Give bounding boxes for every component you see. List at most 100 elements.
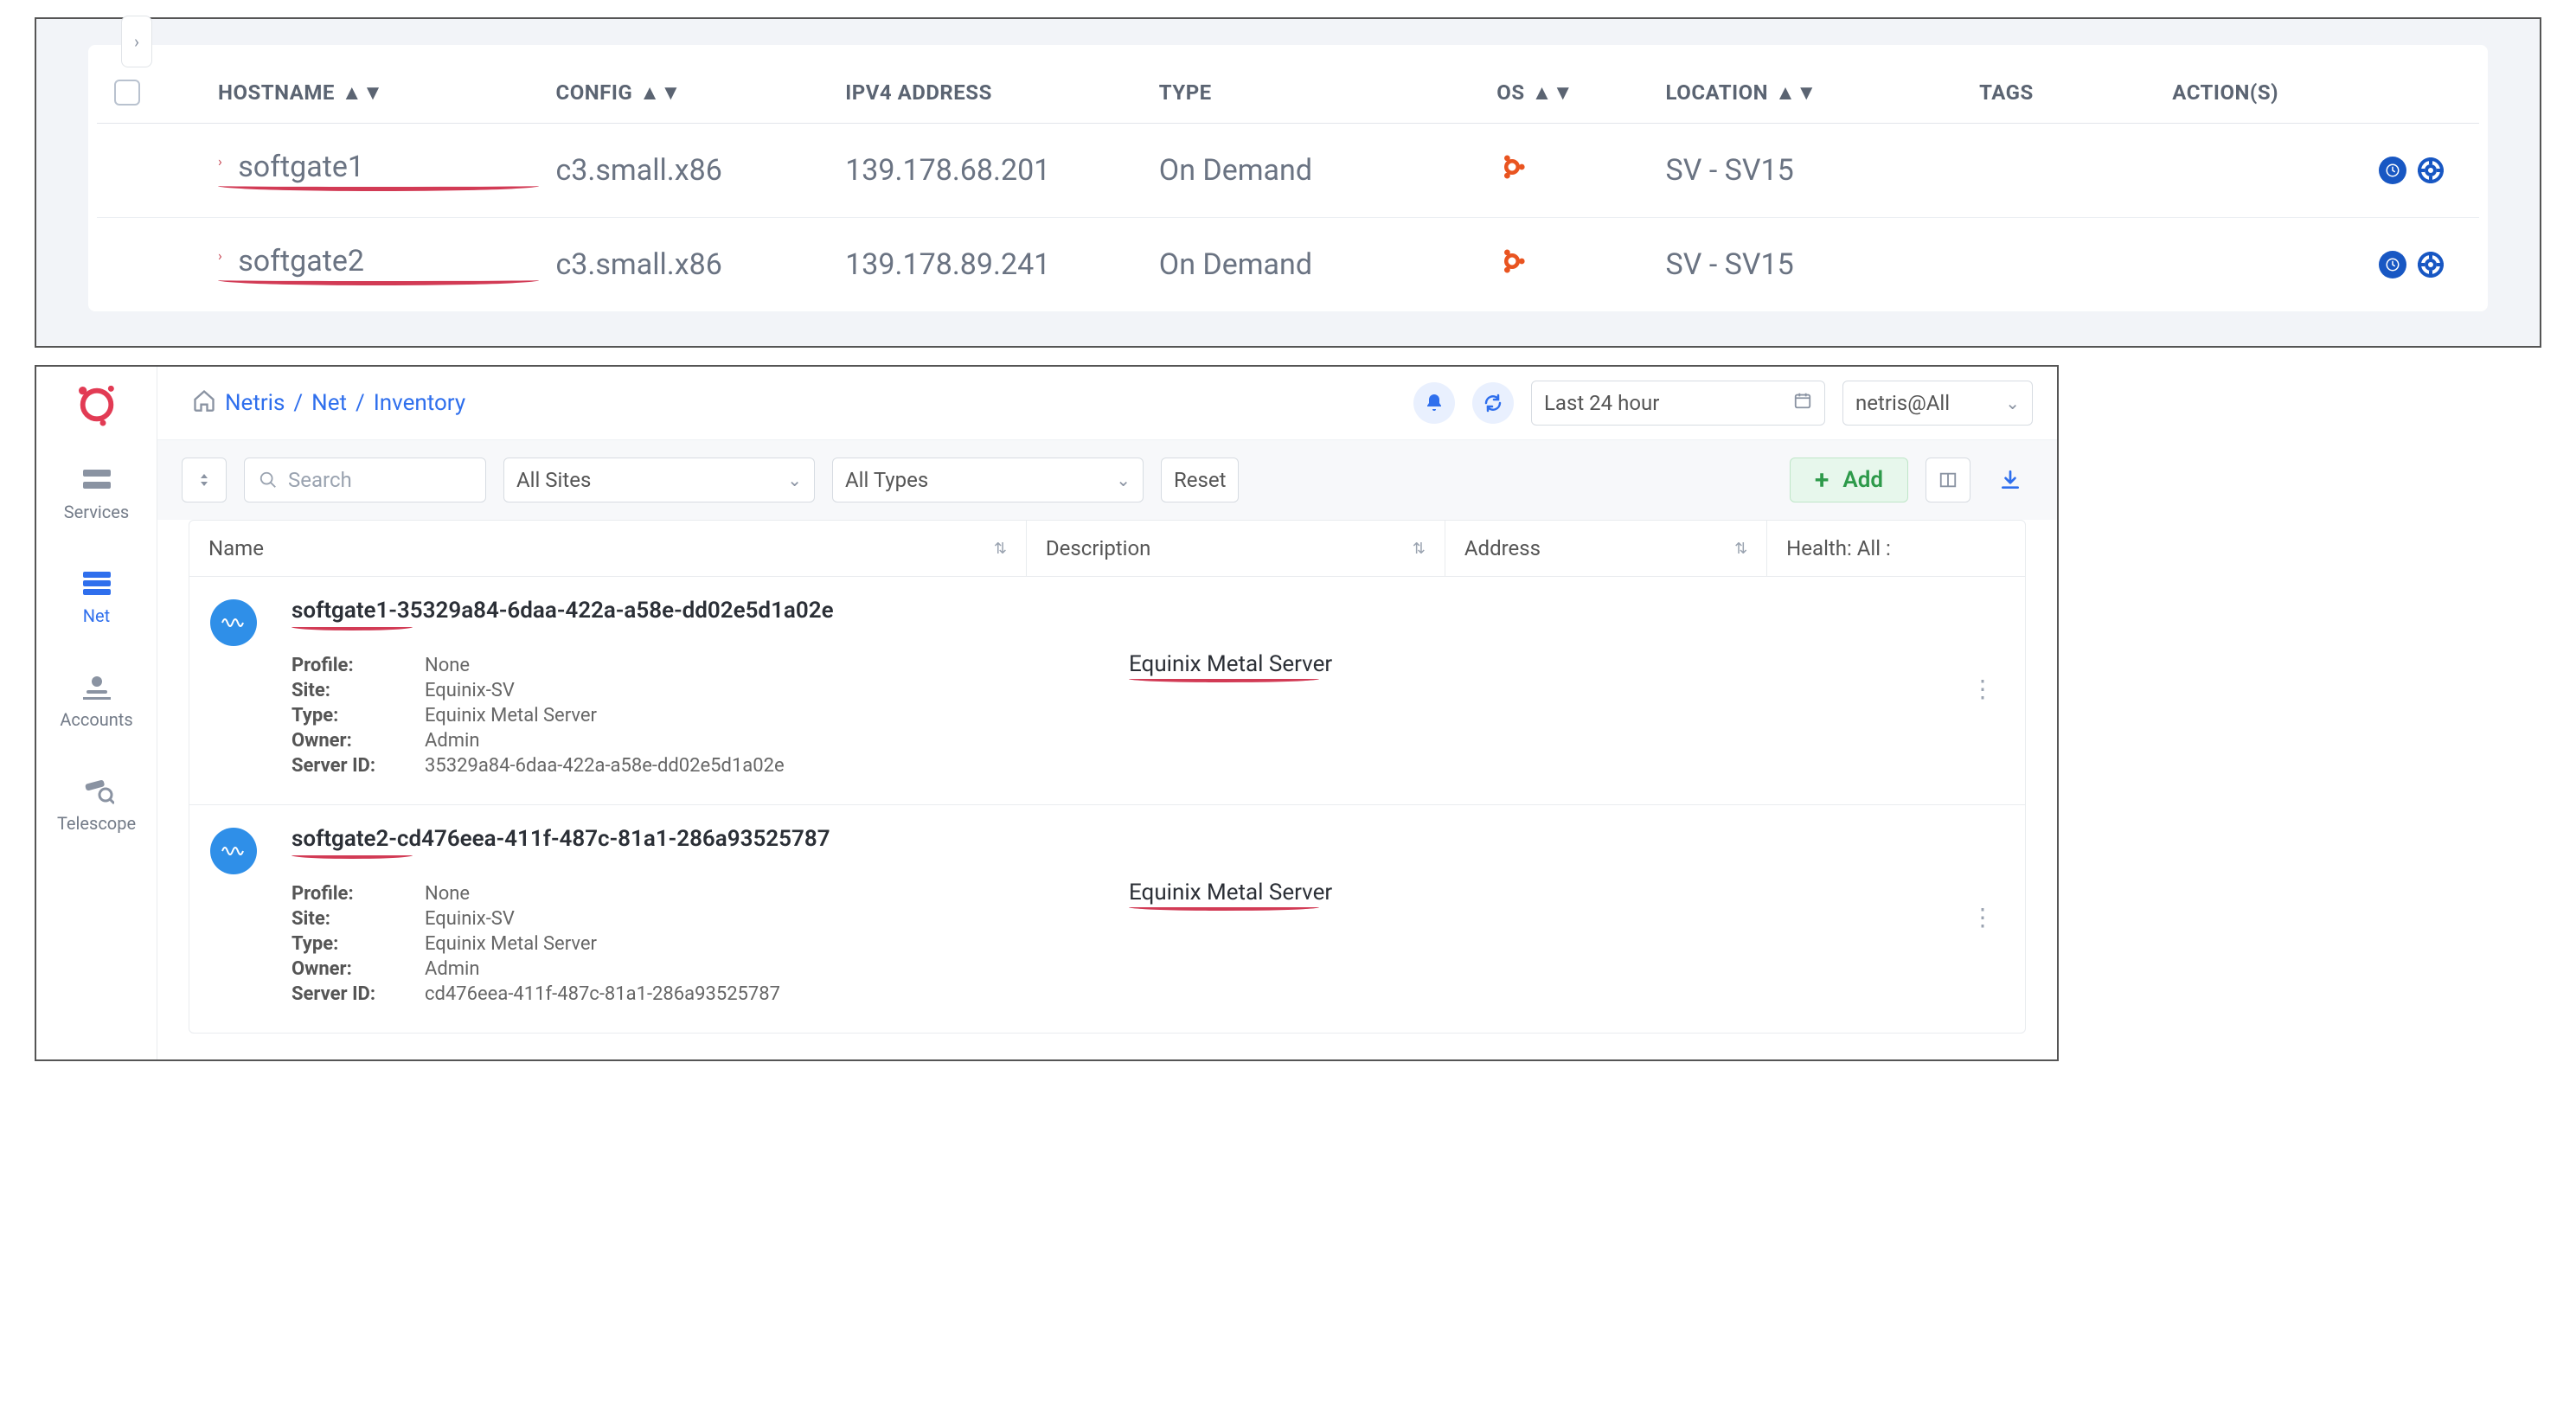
list-item-body: softgate2-cd476eea-411f-487c-81a1-286a93…	[292, 826, 1940, 1008]
item-menu-button[interactable]: ⋮	[1961, 598, 2004, 780]
sidebar-expand-button[interactable]: ›	[121, 16, 152, 67]
field-value: cd476eea-411f-487c-81a1-286a93525787	[425, 983, 780, 1005]
col-ipv4: IPV4 ADDRESS	[845, 80, 1159, 105]
breadcrumb-sep: /	[293, 390, 303, 416]
expand-collapse-button[interactable]	[182, 458, 227, 502]
ipv4-cell: 139.178.89.241	[845, 247, 1159, 282]
location-cell: SV - SV15	[1666, 247, 1980, 282]
types-select[interactable]: All Types ⌄	[832, 458, 1144, 502]
timerange-label: Last 24 hour	[1544, 391, 1659, 415]
netris-panel: Services Net Accounts Telescope	[35, 365, 2059, 1061]
breadcrumb-root[interactable]: Netris	[225, 390, 285, 416]
netris-logo-icon[interactable]	[73, 381, 121, 429]
sort-icon: ▲▼	[342, 80, 384, 106]
hostname-cell[interactable]: › softgate2	[218, 244, 555, 285]
net-icon	[78, 567, 116, 598]
add-label: Add	[1842, 467, 1883, 493]
download-button[interactable]	[1988, 458, 2033, 502]
columns-button[interactable]	[1926, 458, 1970, 502]
location-cell: SV - SV15	[1666, 153, 1980, 188]
config-cell: c3.small.x86	[555, 247, 845, 282]
add-button[interactable]: + Add	[1790, 458, 1908, 502]
col-ipv4-label: IPV4 ADDRESS	[845, 80, 992, 105]
hostname-cell[interactable]: › softgate1	[218, 150, 555, 191]
breadcrumb-seg[interactable]: Inventory	[374, 390, 465, 416]
host-table-panel: HOSTNAME ▲▼ CONFIG ▲▼ IPV4 ADDRESS TYPE …	[35, 17, 2541, 348]
sidebar-item-telescope[interactable]: Telescope	[58, 765, 136, 844]
col-tags-label: TAGS	[1979, 80, 2034, 105]
netris-app: Services Net Accounts Telescope	[36, 367, 2057, 1059]
actions-cell	[2172, 157, 2462, 184]
search-input[interactable]: Search	[244, 458, 486, 502]
sort-icon: ▲▼	[1532, 80, 1574, 106]
hostname-text: softgate1	[238, 150, 364, 184]
field-value: Equinix-SV	[425, 680, 515, 701]
col-tags: TAGS	[1979, 80, 2172, 105]
list-item[interactable]: softgate1-35329a84-6daa-422a-a58e-dd02e5…	[189, 577, 2025, 805]
netris-content: Name ⇅ Description ⇅ Address ⇅ Health:	[157, 520, 2057, 1059]
host-table-wrap: HOSTNAME ▲▼ CONFIG ▲▼ IPV4 ADDRESS TYPE …	[36, 19, 2540, 346]
breadcrumb-seg[interactable]: Net	[311, 390, 347, 416]
sites-select[interactable]: All Sites ⌄	[503, 458, 815, 502]
timerange-select[interactable]: Last 24 hour	[1531, 381, 1825, 426]
ubuntu-os-icon	[1496, 246, 1665, 285]
table-row[interactable]: › softgate2 c3.small.x86 139.178.89.241 …	[97, 218, 2479, 311]
table-row[interactable]: › softgate1 c3.small.x86 139.178.68.201 …	[97, 124, 2479, 218]
field-key-serverid: Server ID:	[292, 755, 404, 777]
tenant-select[interactable]: netris@All ⌄	[1842, 381, 2033, 426]
notifications-button[interactable]	[1413, 382, 1455, 424]
expand-caret-icon[interactable]: ›	[218, 153, 222, 170]
sort-icon: ⇅	[1413, 540, 1426, 558]
select-all-checkbox[interactable]	[114, 80, 140, 106]
sort-icon: ▲▼	[639, 80, 682, 106]
search-icon	[259, 470, 278, 490]
field-value: Equinix-SV	[425, 908, 515, 930]
lifebuoy-action-icon[interactable]	[2417, 251, 2445, 278]
netris-sidebar: Services Net Accounts Telescope	[36, 367, 157, 1059]
clock-action-icon[interactable]	[2379, 157, 2406, 184]
sidebar-item-net[interactable]: Net	[58, 557, 136, 637]
annotation-underline	[1129, 907, 1319, 911]
sidebar-item-accounts[interactable]: Accounts	[58, 661, 136, 740]
host-table-card: HOSTNAME ▲▼ CONFIG ▲▼ IPV4 ADDRESS TYPE …	[88, 45, 2488, 311]
listcol-health[interactable]: Health: All :	[1767, 521, 2025, 576]
field-key-owner: Owner:	[292, 730, 404, 752]
ipv4-cell: 139.178.68.201	[845, 153, 1159, 188]
listcol-description[interactable]: Description ⇅	[1027, 521, 1445, 576]
col-os[interactable]: OS ▲▼	[1496, 80, 1665, 106]
list-item-body: softgate1-35329a84-6daa-422a-a58e-dd02e5…	[292, 598, 1940, 780]
col-hostname[interactable]: HOSTNAME ▲▼	[218, 80, 555, 106]
netris-toolbar: Search All Sites ⌄ All Types ⌄ Reset + A…	[157, 440, 2057, 520]
expand-caret-icon[interactable]: ›	[218, 247, 222, 264]
config-cell: c3.small.x86	[555, 153, 845, 188]
home-icon[interactable]	[192, 388, 216, 419]
list-item[interactable]: softgate2-cd476eea-411f-487c-81a1-286a93…	[189, 805, 2025, 1033]
sort-icon: ⇅	[994, 540, 1007, 558]
listcol-name[interactable]: Name ⇅	[189, 521, 1027, 576]
breadcrumb: Netris / Net / Inventory	[192, 388, 465, 419]
item-title[interactable]: softgate1-35329a84-6daa-422a-a58e-dd02e5…	[292, 598, 834, 624]
col-location[interactable]: LOCATION ▲▼	[1666, 80, 1980, 106]
listcol-description-label: Description	[1046, 536, 1151, 560]
field-value: Equinix Metal Server	[425, 705, 597, 726]
item-title[interactable]: softgate2-cd476eea-411f-487c-81a1-286a93…	[292, 826, 830, 852]
col-config[interactable]: CONFIG ▲▼	[555, 80, 845, 106]
col-config-label: CONFIG	[555, 80, 632, 105]
actions-cell	[2172, 251, 2462, 278]
field-key-profile: Profile:	[292, 883, 404, 905]
inventory-list: Name ⇅ Description ⇅ Address ⇅ Health:	[189, 520, 2026, 1034]
annotation-underline	[218, 186, 539, 191]
ubuntu-os-icon	[1496, 151, 1665, 190]
listcol-address[interactable]: Address ⇅	[1445, 521, 1767, 576]
reset-button[interactable]: Reset	[1161, 458, 1239, 502]
hostname-text: softgate2	[238, 244, 364, 278]
field-value: None	[425, 655, 470, 676]
clock-action-icon[interactable]	[2379, 251, 2406, 278]
field-value: Admin	[425, 730, 480, 752]
sort-icon: ▲▼	[1775, 80, 1817, 106]
lifebuoy-action-icon[interactable]	[2417, 157, 2445, 184]
item-menu-button[interactable]: ⋮	[1961, 826, 2004, 1008]
sidebar-item-services[interactable]: Services	[58, 453, 136, 533]
refresh-button[interactable]	[1472, 382, 1514, 424]
plus-icon: +	[1815, 465, 1829, 496]
